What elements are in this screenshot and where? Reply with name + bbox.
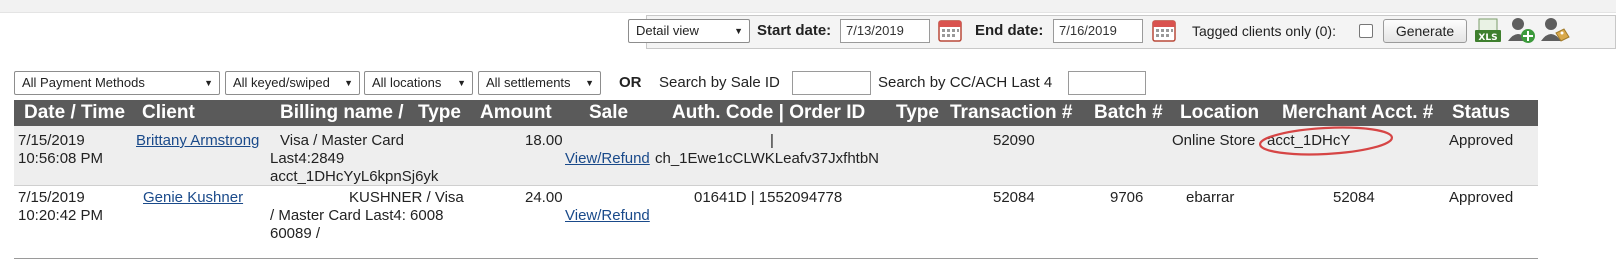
billing-line-2: Last4:2849 [270,150,345,167]
column-header-amount[interactable]: Amount [480,103,552,123]
column-header-status[interactable]: Status [1452,103,1510,123]
billing-line-1: Visa / Master Card [280,132,404,149]
location-value: Online Store [1172,132,1256,149]
column-header-batch[interactable]: Batch # [1094,103,1163,123]
view-select-value: Detail view [636,23,699,38]
view-select[interactable]: Detail view ▼ [628,19,750,43]
calendar-icon[interactable] [938,18,962,42]
locations-value: All locations [372,75,442,90]
chevron-down-icon: ▼ [585,78,594,88]
column-header-billing-name[interactable]: Billing name / [280,103,404,123]
keyed-swiped-select[interactable]: All keyed/swiped ▼ [225,71,360,95]
sale-id-input[interactable] [792,71,871,95]
column-header-client[interactable]: Client [142,103,195,123]
cc-last4-input[interactable] [1068,71,1146,95]
highlight-circle-annotation [1258,126,1394,156]
cc-last4-label: Search by CC/ACH Last 4 [878,74,1053,91]
merchant-acct-value: 52084 [1333,189,1375,206]
auth-code-value: | [770,132,774,149]
svg-text:XLS: XLS [1478,33,1497,43]
batch-value: 9706 [1110,189,1144,206]
settlements-value: All settlements [486,75,571,90]
column-header-type[interactable]: Type [418,103,461,123]
client-link[interactable]: Brittany Armstrong [136,132,259,150]
start-date-label: Start date: [757,22,832,39]
table-bottom-border [14,258,1538,259]
xls-export-icon[interactable]: XLS [1474,17,1502,45]
amount-value: 24.00 [525,189,563,206]
billing-line-3: 60089 / [270,225,321,242]
chevron-down-icon: ▼ [204,78,213,88]
tagged-clients-checkbox[interactable] [1359,24,1373,38]
row-date: 7/15/2019 [18,189,85,206]
chevron-down-icon: ▼ [734,26,743,36]
payment-methods-value: All Payment Methods [22,75,145,90]
billing-line-1: KUSHNER / Visa [349,189,464,206]
generate-button[interactable]: Generate [1383,19,1467,43]
locations-select[interactable]: All locations ▼ [364,71,473,95]
location-value: ebarrar [1186,189,1235,206]
start-date-input[interactable]: 7/13/2019 [840,19,930,43]
chevron-down-icon: ▼ [457,78,466,88]
auth-code-value: 01641D | 1552094778 [694,189,843,206]
sale-id-label: Search by Sale ID [659,74,780,91]
column-header-transaction[interactable]: Transaction # [950,103,1073,123]
row-time: 10:20:42 PM [18,207,104,224]
transaction-value: 52090 [993,132,1035,149]
tag-user-icon[interactable] [1540,15,1570,45]
keyed-swiped-value: All keyed/swiped [233,75,330,90]
add-user-icon[interactable] [1506,15,1536,45]
row-date: 7/15/2019 [18,132,85,149]
column-header-sale[interactable]: Sale [589,103,628,123]
status-value: Approved [1449,189,1514,206]
top-band [0,0,1616,13]
table-header: Date / Time Client Billing name / Type A… [14,100,1538,126]
column-header-merchant-acct[interactable]: Merchant Acct. # [1282,103,1433,123]
view-refund-link[interactable]: View/Refund [565,150,650,168]
tagged-clients-label: Tagged clients only (0): [1192,23,1336,39]
view-refund-link[interactable]: View/Refund [565,207,650,225]
billing-line-3: acct_1DHcYyL6kpnSj6yk [270,168,439,185]
chevron-down-icon: ▼ [344,78,353,88]
column-header-date-time[interactable]: Date / Time [24,103,125,123]
client-link[interactable]: Genie Kushner [143,189,243,207]
column-header-location[interactable]: Location [1180,103,1259,123]
order-id-value: ch_1Ewe1cCLWKLeafv37JxfhtbN [655,150,880,167]
row-time: 10:56:08 PM [18,150,104,167]
end-date-label: End date: [975,22,1044,39]
payment-methods-select[interactable]: All Payment Methods ▼ [14,71,220,95]
billing-line-2: / Master Card Last4: 6008 [270,207,444,224]
settlements-select[interactable]: All settlements ▼ [478,71,601,95]
status-value: Approved [1449,132,1514,149]
column-header-auth-order-id[interactable]: Auth. Code | Order ID [672,103,865,123]
transaction-value: 52084 [993,189,1035,206]
calendar-icon[interactable] [1152,18,1176,42]
amount-value: 18.00 [525,132,563,149]
column-header-type-2[interactable]: Type [896,103,939,123]
or-label: OR [619,74,642,91]
end-date-input[interactable]: 7/16/2019 [1053,19,1143,43]
